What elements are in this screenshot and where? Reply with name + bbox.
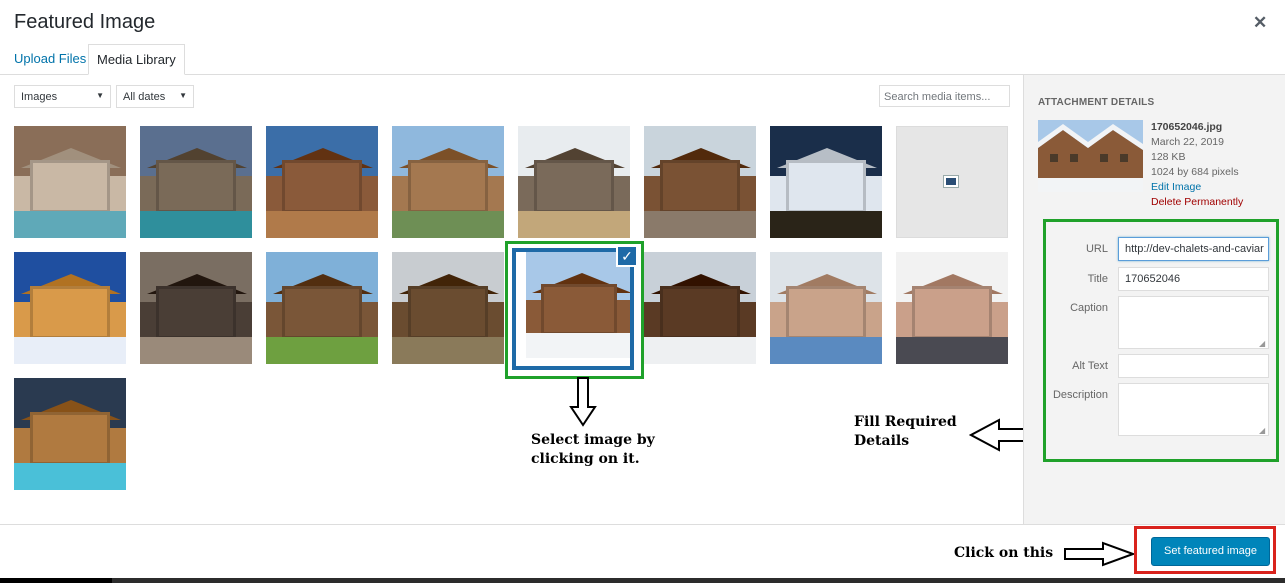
description-label: Description	[1052, 389, 1108, 401]
date-filter-value: All dates	[123, 91, 166, 103]
media-thumbnail-portrait-man[interactable]	[770, 252, 882, 364]
url-field[interactable]: http://dev-chalets-and-caviar	[1118, 237, 1269, 261]
media-thumbnail-modern-cabin[interactable]	[518, 126, 630, 238]
modal-title: Featured Image	[14, 11, 156, 33]
annotation-click-text: Click on this	[954, 545, 1054, 561]
attachment-filename: 170652046.jpg	[1151, 121, 1223, 133]
media-thumbnail-chalet-snow-night[interactable]	[14, 252, 126, 364]
url-label: URL	[1085, 243, 1108, 255]
media-thumbnail-chalet-pool-night[interactable]	[14, 378, 126, 490]
attachment-date: March 22, 2019	[1151, 136, 1224, 148]
annotation-select-line1: Select image by	[531, 432, 655, 448]
annotation-select-line2: clicking on it.	[531, 451, 640, 467]
annotation-fill-details: Fill Required Details	[854, 413, 957, 451]
attachment-info: 170652046.jpg March 22, 2019 128 KB 1024…	[1151, 120, 1243, 210]
title-label: Title	[1087, 273, 1108, 285]
caption-label: Caption	[1070, 302, 1108, 314]
description-textarea[interactable]	[1118, 383, 1269, 436]
media-thumbnail-chalet-meadow[interactable]	[266, 252, 378, 364]
annotation-select-image: Select image by clicking on it.	[531, 431, 655, 469]
set-featured-image-button[interactable]: Set featured image	[1151, 537, 1270, 566]
media-thumbnail-chalet-exterior[interactable]	[392, 126, 504, 238]
attachment-size: 128 KB	[1151, 151, 1186, 163]
chevron-down-icon: ▼	[179, 91, 187, 100]
media-thumbnail-old-chalet[interactable]	[392, 252, 504, 364]
caption-textarea[interactable]	[1118, 296, 1269, 349]
close-icon[interactable]: ✕	[1253, 13, 1267, 33]
media-thumbnail-fireplace-interior[interactable]	[140, 252, 252, 364]
delete-permanently-link[interactable]: Delete Permanently	[1151, 195, 1243, 210]
media-thumbnail-portrait-woman[interactable]	[896, 252, 1008, 364]
chevron-down-icon: ▼	[96, 91, 104, 100]
bottom-strip	[0, 578, 1285, 583]
title-field[interactable]: 170652046	[1118, 267, 1269, 291]
media-thumbnail-interior-living-room[interactable]	[14, 126, 126, 238]
check-icon[interactable]: ✓	[616, 245, 638, 267]
annotation-fill-line1: Fill Required	[854, 414, 957, 430]
tab-media-library[interactable]: Media Library	[88, 44, 185, 75]
down-arrow-icon	[569, 377, 597, 427]
right-arrow-icon	[1064, 541, 1135, 567]
media-type-filter-value: Images	[21, 91, 58, 103]
attachment-thumbnail	[1038, 120, 1143, 192]
tab-bar: Upload Files Media Library	[0, 42, 1285, 75]
edit-image-link[interactable]: Edit Image	[1151, 180, 1243, 195]
alt-text-field[interactable]	[1118, 354, 1269, 378]
date-filter[interactable]: All dates ▼	[116, 85, 194, 108]
media-thumbnail-chalet-interior-view[interactable]	[266, 126, 378, 238]
attachment-heading: Attachment Details	[1038, 97, 1155, 108]
attachment-dimensions: 1024 by 684 pixels	[1151, 166, 1239, 178]
media-thumbnail-hotel-pool-dusk[interactable]	[140, 126, 252, 238]
alt-text-label: Alt Text	[1072, 360, 1108, 372]
media-type-filter[interactable]: Images ▼	[14, 85, 111, 108]
tab-upload-files[interactable]: Upload Files	[6, 44, 94, 75]
annotation-fill-line2: Details	[854, 433, 910, 449]
search-media-input[interactable]: Search media items...	[879, 85, 1010, 107]
media-thumbnail-mountain-town-night[interactable]	[770, 126, 882, 238]
media-thumbnail-wooden-chalet[interactable]	[644, 126, 756, 238]
image-placeholder-icon	[944, 176, 958, 187]
media-thumbnail-chalet-snow-evening[interactable]	[644, 252, 756, 364]
